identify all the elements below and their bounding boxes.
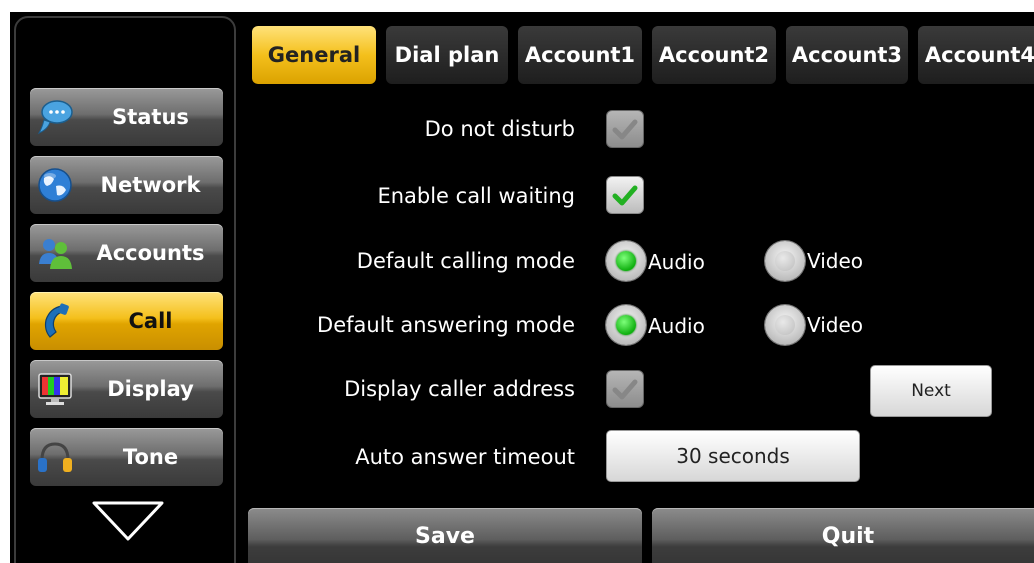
tab-account1[interactable]: Account1 [518,26,642,84]
calling-mode-video-radio[interactable] [765,241,805,281]
auto-answer-select[interactable]: 30 seconds [606,430,860,482]
call-waiting-checkbox[interactable] [606,176,644,214]
tab-general[interactable]: General [252,26,376,84]
calling-mode-audio-radio[interactable] [606,241,646,281]
caller-address-label: Display caller address [344,377,575,401]
sidebar-item-call[interactable]: Call [30,292,223,350]
tab-account3[interactable]: Account3 [786,26,908,84]
tab-dial-plan[interactable]: Dial plan [386,26,508,84]
monitor-icon [38,373,72,405]
tab-account2[interactable]: Account2 [652,26,776,84]
checkmark-icon [612,119,638,140]
headphones-icon [38,442,72,472]
sidebar-item-status[interactable]: Status [30,88,223,146]
calling-mode-audio-label: Audio [648,250,705,274]
sidebar-item-label: Network [100,173,201,197]
sidebar-item-label: Tone [122,445,179,469]
tab-account4[interactable]: Account4 [918,26,1034,84]
calling-mode-video-label: Video [807,249,864,273]
next-button[interactable]: Next [870,365,992,417]
sidebar-item-label: Call [128,309,173,333]
globe-icon [38,168,72,202]
sidebar-item-network[interactable]: Network [30,156,223,214]
checkmark-icon [612,185,638,206]
sidebar-item-label: Display [107,377,194,401]
sidebar-item-label: Status [112,105,189,129]
answering-mode-audio-radio[interactable] [606,305,646,345]
chat-bubble-icon [37,100,73,135]
answering-mode-video-radio[interactable] [765,305,805,345]
dnd-label: Do not disturb [424,117,575,141]
answering-mode-label: Default answering mode [317,313,575,337]
checkmark-icon [612,379,638,400]
sidebar-item-label: Accounts [96,241,205,265]
phone-handset-icon [44,303,69,338]
dnd-checkbox[interactable] [606,110,644,148]
caller-address-checkbox[interactable] [606,370,644,408]
users-icon [39,239,72,269]
auto-answer-label: Auto answer timeout [355,445,575,469]
calling-mode-label: Default calling mode [356,249,575,273]
sidebar-item-tone[interactable]: Tone [30,428,223,486]
save-button[interactable]: Save [248,508,642,563]
call-waiting-label: Enable call waiting [377,184,575,208]
quit-button[interactable]: Quit [652,508,1034,563]
triangle-down-icon[interactable] [91,500,165,542]
answering-mode-video-label: Video [807,313,864,337]
sidebar: Status Network Accounts Call Display Ton… [14,16,236,563]
phone-screen: Status Network Accounts Call Display Ton… [10,12,1034,563]
sidebar-item-accounts[interactable]: Accounts [30,224,223,282]
answering-mode-audio-label: Audio [648,314,705,338]
sidebar-item-display[interactable]: Display [30,360,223,418]
